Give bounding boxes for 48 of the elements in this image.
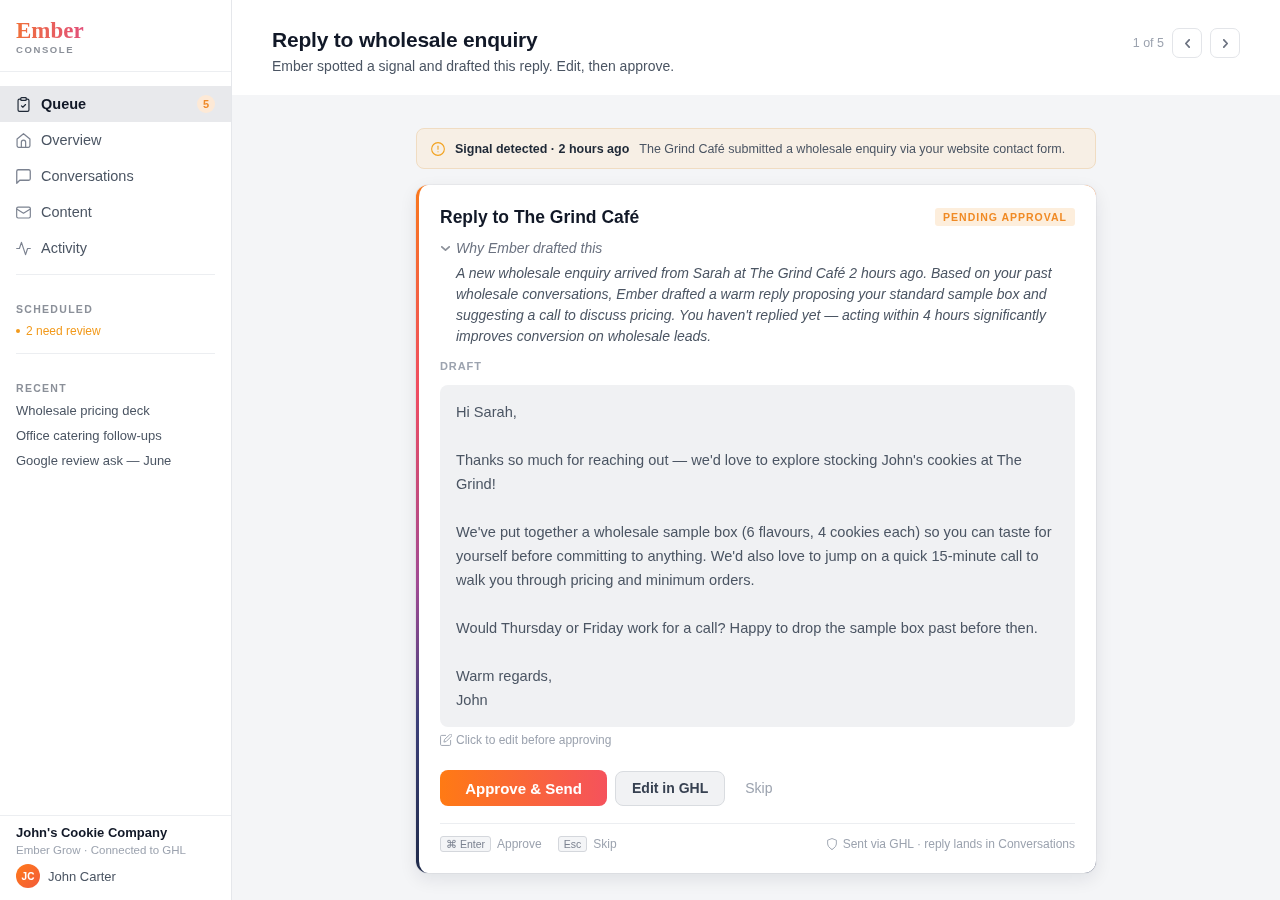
section-heading: RECENT <box>16 382 67 394</box>
envelope-icon <box>16 204 31 220</box>
draft-label: DRAFT <box>440 359 483 373</box>
status-dot-icon <box>16 329 20 333</box>
company-name: John's Cookie Company <box>16 824 169 842</box>
chevron-down-icon <box>441 245 450 251</box>
nav-item[interactable]: Queue 5 <box>0 86 231 122</box>
shield-icon <box>826 838 837 850</box>
house-icon <box>16 132 31 148</box>
signal-message: The Grind Café submitted a wholesale enquiry via your website contact form. <box>639 141 1066 156</box>
chevron-right-icon <box>1222 38 1228 48</box>
recent-item[interactable]: Google review ask — June <box>16 448 172 473</box>
edit-icon <box>440 734 452 746</box>
nav-item[interactable]: Conversations <box>0 158 231 194</box>
shortcut-label: Approve <box>497 837 542 851</box>
warning-icon <box>431 141 445 156</box>
avatar: JC <box>16 864 40 888</box>
pulse-line-icon <box>16 240 31 256</box>
shortcut-label: Skip <box>593 837 617 851</box>
page-subtitle: Ember spotted a signal and drafted this reply. Edit, then approve. <box>272 57 675 76</box>
count-badge: 5 <box>197 95 215 113</box>
rationale-toggle[interactable]: Why Ember drafted this <box>440 236 603 260</box>
status-badge: PENDING APPROVAL <box>935 208 1075 226</box>
draft-text-field[interactable]: Hi Sarah, Thanks so much for reaching out — we'd love to explore stocking John's cookies at The Grind! We've put together a wholesale sample box (6 flavours, 4 cookies each) so you can taste for yourself before committing to anything. We'd also love to jump on a quick 15-minute call to walk you through pricing and minimum orders. Would Thursday or Friday work for a call? Happy to drop the sample box past before then. Warm regards, John <box>440 385 1075 727</box>
rationale-text: A new wholesale enquiry arrived from Sarah at The Grind Café 2 hours ago. Based on your past wholesale conversations, Ember drafted a warm reply proposing your standard sample box and suggesting a call to discuss pricing. You haven't replied yet — acting within 4 hours significantly improves conversion on wholesale leads. <box>456 264 1053 346</box>
card-title: Reply to The Grind Café <box>440 206 640 229</box>
user-name: John Carter <box>48 868 116 884</box>
nav-item[interactable]: Activity <box>0 230 231 266</box>
next-button[interactable] <box>1210 28 1240 58</box>
edit-hint: Click to edit before approving <box>456 733 612 747</box>
speech-bubble-icon <box>16 168 31 184</box>
section-heading: SCHEDULED <box>16 303 94 315</box>
clipboard-check-icon <box>16 96 31 112</box>
recent-item[interactable]: Office catering follow-ups <box>16 423 162 448</box>
page-title: Reply to wholesale enquiry <box>272 27 539 53</box>
pager-position: 1 of 5 <box>1132 36 1164 50</box>
chevron-left-icon <box>1184 38 1190 48</box>
brand-subtitle: CONSOLE <box>16 44 76 55</box>
plan-info: Ember Grow · Connected to GHL <box>16 843 187 858</box>
delivery-note: Sent via GHL · reply lands in Conversations <box>842 837 1075 851</box>
keyboard-key: Esc <box>557 836 588 852</box>
previous-button[interactable] <box>1172 28 1202 58</box>
keyboard-key: ⌘ Enter <box>440 836 491 852</box>
recent-item[interactable]: Wholesale pricing deck <box>16 398 150 423</box>
signal-heading: Signal detected · 2 hours ago <box>455 141 630 156</box>
edit-button[interactable]: Edit in GHL <box>615 770 726 806</box>
nav-item[interactable]: Overview <box>0 122 231 158</box>
nav-item[interactable]: Content <box>0 194 231 230</box>
